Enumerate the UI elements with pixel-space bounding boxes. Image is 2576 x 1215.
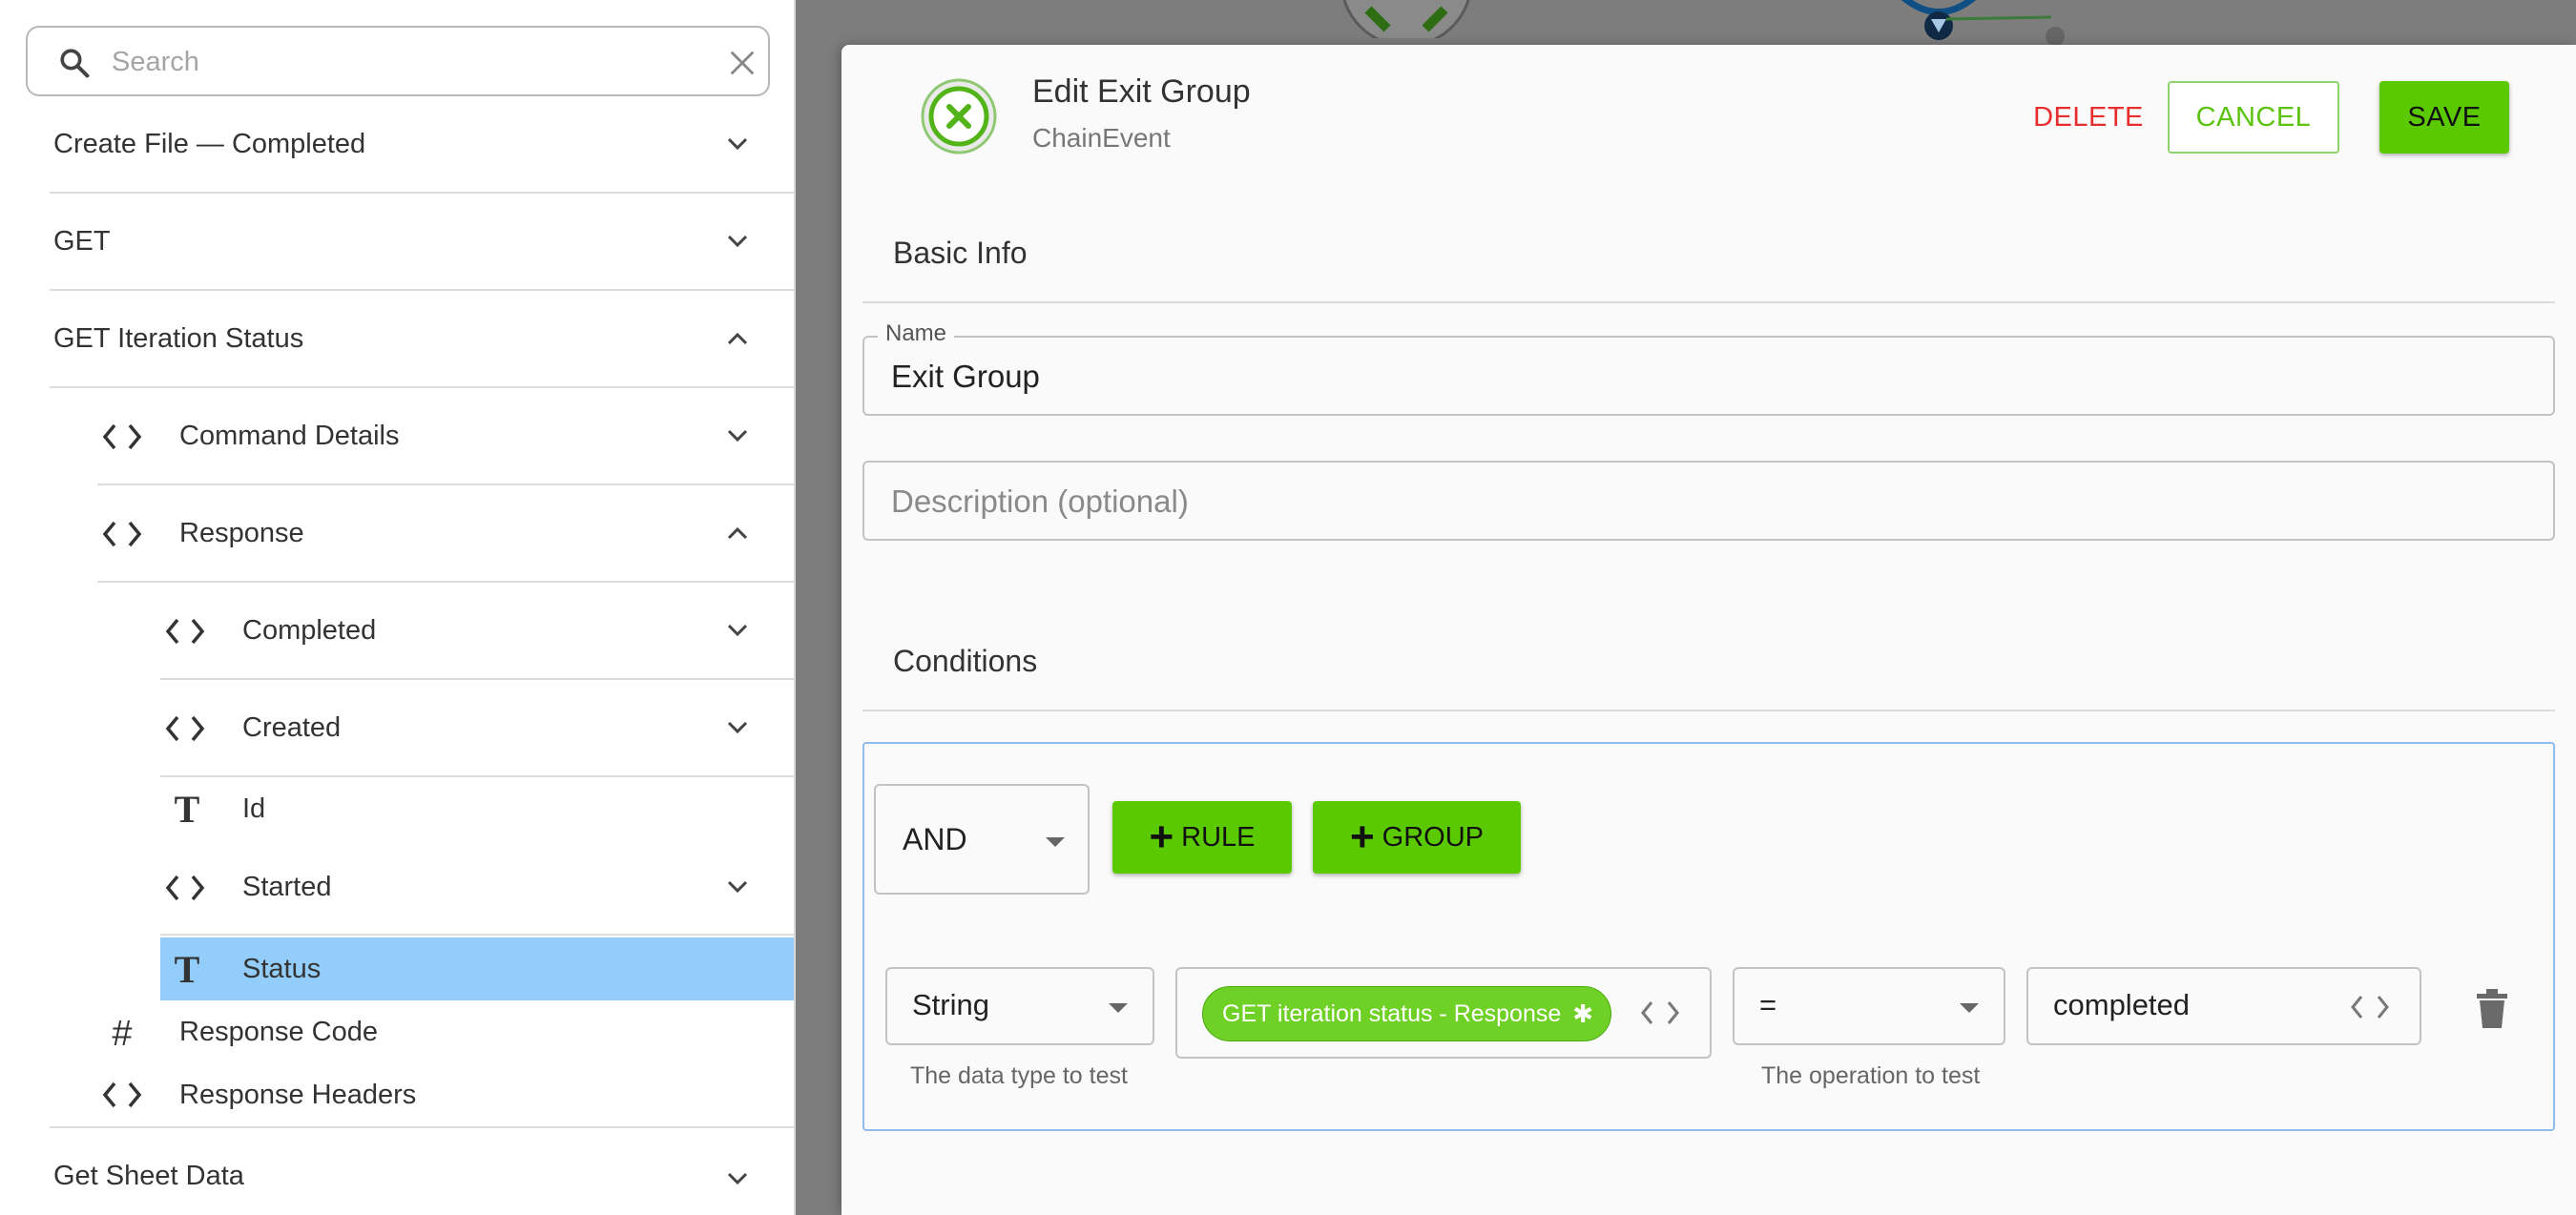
operator-value: = (1759, 988, 1777, 1021)
trash-icon[interactable] (2473, 988, 2511, 1030)
dropdown-caret-icon (1046, 837, 1065, 847)
data-type-helper: The data type to test (910, 1062, 1128, 1089)
tree-item-label: Command Details (179, 420, 400, 451)
tree-item-label: Response Headers (179, 1079, 417, 1110)
plus-icon: + (1149, 813, 1174, 860)
value-field[interactable]: completed (2026, 967, 2421, 1045)
add-group-button[interactable]: + GROUP (1313, 801, 1521, 874)
basic-info-heading: Basic Info (893, 236, 1028, 270)
tree-item-started[interactable]: Started (160, 840, 794, 936)
add-rule-button[interactable]: + RULE (1112, 801, 1292, 874)
tree-item-created[interactable]: Created (160, 680, 794, 777)
code-brackets-icon[interactable] (1639, 998, 1681, 1028)
chevron-down-icon[interactable] (727, 624, 748, 637)
data-type-select[interactable]: String (885, 967, 1154, 1045)
tree-item-completed[interactable]: Completed (160, 583, 794, 680)
chevron-up-icon[interactable] (727, 332, 748, 345)
tree-item-label: Id (242, 793, 266, 824)
combinator-value: AND (903, 822, 967, 856)
edit-exit-group-dialog: Edit Exit Group ChainEvent DELETE CANCEL… (841, 45, 2576, 1215)
save-button[interactable]: SAVE (2379, 81, 2509, 154)
number-hash-icon: # (112, 1013, 133, 1054)
code-brackets-icon (102, 1081, 142, 1108)
search-input[interactable] (112, 41, 684, 83)
dialog-subtitle: ChainEvent (1032, 123, 1171, 153)
tree-item-status[interactable]: T Status (160, 937, 794, 1000)
code-brackets-icon (102, 423, 142, 450)
description-field[interactable] (862, 461, 2555, 541)
chevron-down-icon[interactable] (727, 137, 748, 151)
name-input[interactable] (891, 355, 2513, 399)
tree-item-label: Completed (242, 614, 377, 646)
tree-item-create-file-completed[interactable]: Create File — Completed (50, 96, 794, 194)
sidebar: Create File — Completed GET GET Iteratio… (0, 0, 796, 1215)
add-group-label: GROUP (1381, 821, 1485, 853)
plus-icon: + (1349, 813, 1375, 860)
chevron-up-icon[interactable] (727, 526, 748, 540)
code-brackets-icon (165, 618, 205, 645)
tree-item-response-code[interactable]: # Response Code (97, 1000, 794, 1063)
tree-item-response[interactable]: Response (97, 485, 794, 583)
search-box[interactable] (26, 26, 770, 96)
name-field[interactable]: Name (862, 320, 2555, 416)
tree-item-get-iteration-status[interactable]: GET Iteration Status (50, 291, 794, 388)
source-chip-label: GET iteration status - Response (1222, 999, 1562, 1027)
code-brackets-icon (165, 875, 205, 901)
tree-item-response-headers[interactable]: Response Headers (97, 1063, 794, 1126)
dropdown-caret-icon (1109, 1003, 1128, 1013)
dialog-title: Edit Exit Group (1032, 73, 1251, 110)
tree-item-command-details[interactable]: Command Details (97, 388, 794, 485)
description-input[interactable] (891, 480, 2513, 524)
data-type-value: String (912, 988, 989, 1021)
text-type-icon: T (174, 947, 200, 991)
source-field[interactable]: GET iteration status - Response ✱ (1175, 967, 1712, 1059)
tree-item-get-sheet-data[interactable]: Get Sheet Data (50, 1126, 794, 1215)
tree-item-label: Created (242, 711, 342, 743)
tree-item-get[interactable]: GET (50, 194, 794, 291)
tree-item-label: Started (242, 871, 332, 902)
source-chip[interactable]: GET iteration status - Response ✱ (1202, 986, 1612, 1041)
code-brackets-icon[interactable] (2349, 992, 2391, 1022)
circle-x-icon (921, 78, 997, 154)
tree-item-label: Response (179, 517, 304, 548)
chevron-down-icon[interactable] (727, 1172, 748, 1185)
search-icon (60, 49, 90, 78)
tree-item-label: Get Sheet Data (53, 1160, 244, 1191)
operator-helper: The operation to test (1761, 1062, 1981, 1089)
canvas-node-shape (1901, 0, 2065, 46)
chevron-down-icon[interactable] (727, 880, 748, 894)
tree-item-label: Response Code (179, 1016, 378, 1047)
combinator-select[interactable]: AND (874, 784, 1090, 895)
operator-select[interactable]: = (1733, 967, 2005, 1045)
add-rule-label: RULE (1181, 821, 1256, 853)
section-divider (862, 710, 2555, 711)
tree-item-label: Status (242, 953, 322, 984)
tree-item-label: GET (53, 225, 111, 257)
condition-group: AND + RULE + GROUP String The data type … (862, 742, 2555, 1131)
value-input[interactable]: completed (2053, 988, 2190, 1022)
code-brackets-icon (165, 715, 205, 742)
chevron-down-icon[interactable] (727, 721, 748, 734)
name-field-label: Name (878, 320, 955, 347)
tree-item-label: Create File — Completed (53, 128, 366, 159)
canvas-node-shape (1342, 0, 1470, 38)
conditions-heading: Conditions (893, 644, 1038, 678)
text-type-icon: T (174, 787, 200, 831)
tree-item-label: GET Iteration Status (53, 322, 304, 354)
chevron-down-icon[interactable] (727, 235, 748, 248)
clear-search-icon[interactable] (726, 47, 758, 79)
chevron-down-icon[interactable] (727, 429, 748, 443)
cancel-button[interactable]: CANCEL (2168, 81, 2339, 154)
code-brackets-icon (102, 521, 142, 547)
dropdown-caret-icon (1960, 1003, 1979, 1013)
tree-item-id[interactable]: T Id (160, 777, 794, 840)
delete-button[interactable]: DELETE (1998, 81, 2179, 154)
asterisk-icon: ✱ (1572, 999, 1594, 1028)
section-divider (862, 301, 2555, 303)
